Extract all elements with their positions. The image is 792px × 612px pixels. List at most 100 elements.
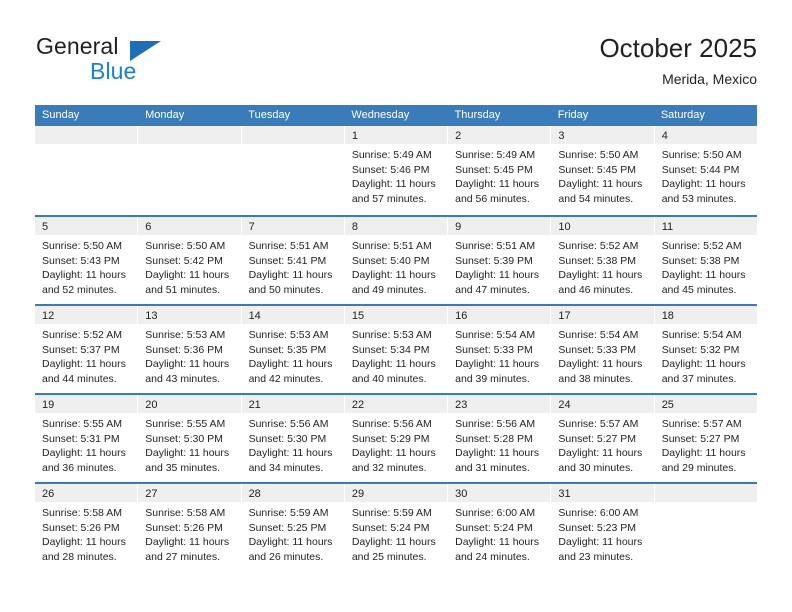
sunset-text: Sunset: 5:46 PM (351, 163, 430, 176)
sunset-text: Sunset: 5:27 PM (558, 432, 637, 445)
daylight-text-cont: and 37 minutes. (661, 372, 737, 385)
day-cell-25[interactable]: 25 Sunrise: 5:57 AM Sunset: 5:27 PM Dayligh… (654, 395, 757, 482)
day-cell-16[interactable]: 16 Sunrise: 5:54 AM Sunset: 5:33 PM Dayligh… (448, 306, 552, 393)
day-cell-17[interactable]: 17 Sunrise: 5:54 AM Sunset: 5:33 PM Dayligh… (551, 306, 655, 393)
day-cell-20[interactable]: 20 Sunrise: 5:55 AM Sunset: 5:30 PM Dayligh… (138, 395, 242, 482)
daylight-text: Daylight: 11 hours (42, 269, 126, 282)
sunset-text: Sunset: 5:27 PM (661, 432, 740, 445)
daylight-text-cont: and 46 minutes. (558, 283, 634, 296)
calendar-week-row: 19 Sunrise: 5:55 AM Sunset: 5:31 PM Dayligh… (35, 393, 757, 482)
day-details (138, 144, 240, 148)
calendar-grid: Sunday Monday Tuesday Wednesday Thursday Frid… (35, 105, 757, 571)
day-number: 19 (42, 399, 55, 411)
day-cell-23[interactable]: 23 Sunrise: 5:56 AM Sunset: 5:28 PM Dayligh… (448, 395, 552, 482)
day-details: Sunrise: 6:00 AM Sunset: 5:24 PM Daylight:… (448, 502, 550, 564)
daylight-text-cont: and 34 minutes. (248, 461, 324, 474)
day-number-band: 9 (448, 217, 551, 235)
day-cell-31[interactable]: 31 Sunrise: 6:00 AM Sunset: 5:23 PM Dayligh… (551, 484, 655, 571)
day-cell-26[interactable]: 26 Sunrise: 5:58 AM Sunset: 5:26 PM Dayligh… (35, 484, 139, 571)
daylight-text: Daylight: 11 hours (351, 178, 436, 191)
day-cell-5[interactable]: 5 Sunrise: 5:50 AM Sunset: 5:43 PM Daylight… (35, 217, 139, 304)
weekday-header-thursday: Thursday (454, 109, 501, 121)
sunrise-text: Sunrise: 5:57 AM (661, 418, 742, 430)
day-number-band: 6 (138, 217, 241, 235)
sunrise-text: Sunrise: 5:53 AM (248, 329, 329, 341)
daylight-text-cont: and 30 minutes. (558, 461, 634, 474)
daylight-text: Daylight: 11 hours (455, 536, 539, 549)
daylight-text-cont: and 24 minutes. (455, 550, 530, 563)
sunrise-text: Sunrise: 5:50 AM (558, 149, 639, 161)
day-cell-27[interactable]: 27 Sunrise: 5:58 AM Sunset: 5:26 PM Dayligh… (138, 484, 242, 571)
day-details: Sunrise: 5:52 AM Sunset: 5:37 PM Daylight:… (35, 324, 137, 386)
day-details: Sunrise: 5:50 AM Sunset: 5:44 PM Daylight:… (655, 144, 757, 206)
day-cell-2[interactable]: 2 Sunrise: 5:49 AM Sunset: 5:45 PM Daylight… (448, 126, 552, 215)
weekday-header-wednesday: Wednesday (351, 109, 410, 121)
day-number-band: 22 (344, 395, 448, 413)
sunset-text: Sunset: 5:26 PM (145, 521, 223, 534)
day-number: 22 (351, 399, 365, 411)
day-cell-1[interactable]: 1 Sunrise: 5:49 AM Sunset: 5:46 PM Daylight… (344, 126, 449, 215)
day-cell-empty (138, 126, 242, 215)
day-cell-19[interactable]: 19 Sunrise: 5:55 AM Sunset: 5:31 PM Dayligh… (35, 395, 139, 482)
day-cell-6[interactable]: 6 Sunrise: 5:50 AM Sunset: 5:42 PM Daylight… (138, 217, 242, 304)
sunrise-text: Sunrise: 5:56 AM (248, 418, 329, 430)
day-cell-7[interactable]: 7 Sunrise: 5:51 AM Sunset: 5:41 PM Daylight… (241, 217, 345, 304)
daylight-text: Daylight: 11 hours (455, 358, 539, 371)
sunset-text: Sunset: 5:43 PM (42, 254, 120, 267)
day-number: 16 (455, 310, 468, 322)
day-cell-10[interactable]: 10 Sunrise: 5:52 AM Sunset: 5:38 PM Dayligh… (551, 217, 655, 304)
day-number-band: 31 (551, 484, 654, 502)
day-cell-4[interactable]: 4 Sunrise: 5:50 AM Sunset: 5:44 PM Daylight… (654, 126, 757, 215)
weekday-header-monday: Monday (145, 109, 185, 121)
day-number: 3 (558, 130, 565, 142)
day-number-band: 12 (35, 306, 138, 324)
day-number: 27 (145, 488, 158, 500)
day-cell-9[interactable]: 9 Sunrise: 5:51 AM Sunset: 5:39 PM Daylight… (448, 217, 552, 304)
daylight-text: Daylight: 11 hours (661, 178, 746, 191)
day-cell-29[interactable]: 29 Sunrise: 5:59 AM Sunset: 5:24 PM Dayligh… (344, 484, 449, 571)
day-details (35, 144, 137, 148)
sunrise-text: Sunrise: 5:52 AM (42, 329, 122, 341)
day-cell-24[interactable]: 24 Sunrise: 5:57 AM Sunset: 5:27 PM Dayligh… (551, 395, 655, 482)
daylight-text: Daylight: 11 hours (455, 269, 539, 282)
daylight-text-cont: and 52 minutes. (42, 283, 117, 296)
page-subtitle: Merida, Mexico (662, 71, 757, 87)
daylight-text: Daylight: 11 hours (661, 269, 746, 282)
day-details: Sunrise: 5:52 AM Sunset: 5:38 PM Daylight:… (655, 235, 757, 297)
day-cell-empty (654, 484, 757, 571)
day-details: Sunrise: 5:56 AM Sunset: 5:29 PM Daylight:… (345, 413, 447, 475)
daylight-text-cont: and 39 minutes. (455, 372, 530, 385)
day-cell-12[interactable]: 12 Sunrise: 5:52 AM Sunset: 5:37 PM Dayligh… (35, 306, 139, 393)
daylight-text-cont: and 35 minutes. (145, 461, 220, 474)
sunrise-text: Sunrise: 5:56 AM (351, 418, 432, 430)
day-cell-8[interactable]: 8 Sunrise: 5:51 AM Sunset: 5:40 PM Daylight… (344, 217, 449, 304)
calendar-page: General Blue October 2025 Merida, Mexico… (0, 0, 792, 612)
brand-logo[interactable]: General Blue (36, 33, 276, 89)
day-cell-28[interactable]: 28 Sunrise: 5:59 AM Sunset: 5:25 PM Dayligh… (241, 484, 345, 571)
daylight-text-cont: and 40 minutes. (351, 372, 427, 385)
day-cell-3[interactable]: 3 Sunrise: 5:50 AM Sunset: 5:45 PM Daylight… (551, 126, 655, 215)
day-details: Sunrise: 5:53 AM Sunset: 5:35 PM Daylight:… (242, 324, 344, 386)
day-cell-13[interactable]: 13 Sunrise: 5:53 AM Sunset: 5:36 PM Dayligh… (138, 306, 242, 393)
day-cell-21[interactable]: 21 Sunrise: 5:56 AM Sunset: 5:30 PM Dayligh… (241, 395, 345, 482)
weekday-header-friday: Friday (557, 109, 589, 121)
sunrise-text: Sunrise: 6:00 AM (455, 507, 536, 519)
weekday-header-saturday: Saturday (660, 109, 705, 121)
day-details: Sunrise: 5:57 AM Sunset: 5:27 PM Daylight:… (655, 413, 757, 475)
daylight-text-cont: and 23 minutes. (558, 550, 634, 563)
day-number-band: 15 (344, 306, 448, 324)
day-number-band: 17 (551, 306, 654, 324)
sunrise-text: Sunrise: 5:53 AM (351, 329, 432, 341)
day-details: Sunrise: 5:53 AM Sunset: 5:34 PM Daylight:… (345, 324, 447, 386)
day-cell-30[interactable]: 30 Sunrise: 6:00 AM Sunset: 5:24 PM Dayligh… (448, 484, 552, 571)
day-cell-11[interactable]: 11 Sunrise: 5:52 AM Sunset: 5:38 PM Dayligh… (654, 217, 757, 304)
daylight-text-cont: and 42 minutes. (248, 372, 324, 385)
day-cell-14[interactable]: 14 Sunrise: 5:53 AM Sunset: 5:35 PM Dayligh… (241, 306, 345, 393)
sunset-text: Sunset: 5:40 PM (351, 254, 430, 267)
day-cell-22[interactable]: 22 Sunrise: 5:56 AM Sunset: 5:29 PM Dayligh… (344, 395, 449, 482)
day-details: Sunrise: 5:56 AM Sunset: 5:28 PM Daylight:… (448, 413, 550, 475)
day-cell-18[interactable]: 18 Sunrise: 5:54 AM Sunset: 5:32 PM Dayligh… (654, 306, 757, 393)
day-cell-15[interactable]: 15 Sunrise: 5:53 AM Sunset: 5:34 PM Dayligh… (344, 306, 449, 393)
calendar-weeks: 1 Sunrise: 5:49 AM Sunset: 5:46 PM Daylight… (35, 126, 757, 571)
day-details: Sunrise: 5:58 AM Sunset: 5:26 PM Daylight:… (138, 502, 240, 564)
